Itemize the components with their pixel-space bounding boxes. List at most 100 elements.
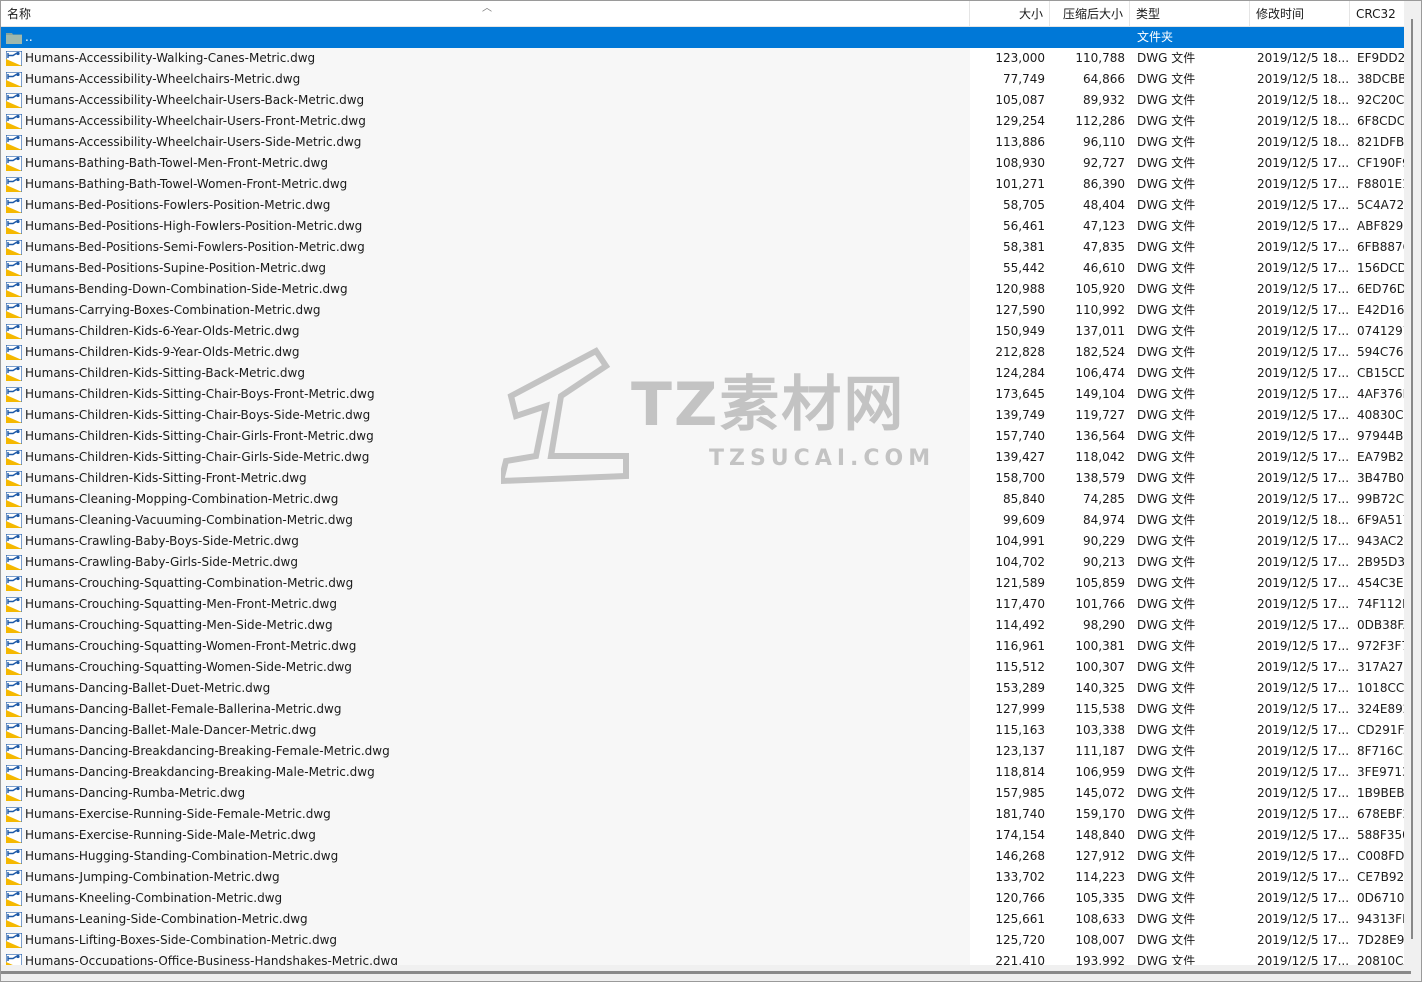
file-row[interactable]: Humans-Dancing-Breakdancing-Breaking-Mal… — [1, 762, 1404, 783]
file-name: Humans-Crawling-Baby-Boys-Side-Metric.dw… — [25, 534, 299, 548]
vertical-scrollbar-thumb[interactable] — [1411, 19, 1413, 939]
file-row[interactable]: Humans-Leaning-Side-Combination-Metric.d… — [1, 909, 1404, 930]
file-name: Humans-Leaning-Side-Combination-Metric.d… — [25, 912, 308, 926]
file-row[interactable]: Humans-Children-Kids-Sitting-Chair-Boys-… — [1, 384, 1404, 405]
horizontal-scrollbar-thumb[interactable] — [1, 971, 1411, 974]
file-row[interactable]: Humans-Bending-Down-Combination-Side-Met… — [1, 279, 1404, 300]
file-size: 127,590 — [995, 303, 1045, 317]
file-row[interactable]: Humans-Occupations-Office-Business-Hands… — [1, 951, 1404, 965]
file-crc32: CD291F... — [1357, 723, 1404, 737]
dwg-file-icon — [6, 177, 22, 192]
dwg-file-icon — [6, 723, 22, 738]
dwg-file-icon — [6, 576, 22, 591]
file-modified: 2019/12/5 18... — [1257, 513, 1349, 527]
column-header-type[interactable]: 类型 — [1130, 1, 1250, 26]
file-row[interactable]: Humans-Dancing-Breakdancing-Breaking-Fem… — [1, 741, 1404, 762]
file-name: Humans-Carrying-Boxes-Combination-Metric… — [25, 303, 321, 317]
file-size: 153,289 — [995, 681, 1045, 695]
file-name: Humans-Kneeling-Combination-Metric.dwg — [25, 891, 283, 905]
file-size: 133,702 — [995, 870, 1045, 884]
file-name: Humans-Accessibility-Wheelchairs-Metric.… — [25, 72, 301, 86]
file-crc32: 3FE9713 — [1357, 765, 1404, 779]
file-modified: 2019/12/5 17... — [1257, 933, 1349, 947]
file-type: DWG 文件 — [1137, 198, 1196, 212]
file-packed-size: 90,229 — [1083, 534, 1125, 548]
file-row[interactable]: Humans-Bed-Positions-Supine-Position-Met… — [1, 258, 1404, 279]
dwg-file-icon — [6, 72, 22, 87]
file-row[interactable]: Humans-Dancing-Ballet-Duet-Metric.dwg 153… — [1, 678, 1404, 699]
file-row[interactable]: Humans-Crouching-Squatting-Men-Front-Met… — [1, 594, 1404, 615]
file-row[interactable]: Humans-Bathing-Bath-Towel-Men-Front-Metr… — [1, 153, 1404, 174]
file-size: 120,766 — [995, 891, 1045, 905]
file-row[interactable]: Humans-Children-Kids-6-Year-Olds-Metric.… — [1, 321, 1404, 342]
file-row[interactable]: Humans-Cleaning-Mopping-Combination-Metr… — [1, 489, 1404, 510]
file-name: Humans-Children-Kids-Sitting-Chair-Girls… — [25, 450, 370, 464]
file-size: 77,749 — [1003, 72, 1045, 86]
file-row[interactable]: Humans-Bed-Positions-Semi-Fowlers-Positi… — [1, 237, 1404, 258]
file-modified: 2019/12/5 17... — [1257, 849, 1349, 863]
column-header-size[interactable]: 大小 — [970, 1, 1050, 26]
file-row[interactable]: Humans-Accessibility-Wheelchair-Users-Si… — [1, 132, 1404, 153]
file-row[interactable]: Humans-Accessibility-Wheelchairs-Metric.… — [1, 69, 1404, 90]
file-row[interactable]: Humans-Children-Kids-Sitting-Front-Metri… — [1, 468, 1404, 489]
file-list[interactable]: .. 文件夹 Humans-Accessibility-Walking-Cane… — [1, 27, 1404, 965]
file-row[interactable]: Humans-Hugging-Standing-Combination-Metr… — [1, 846, 1404, 867]
file-crc32: 38DCBB — [1357, 72, 1404, 86]
dwg-file-icon — [6, 219, 22, 234]
column-header-packed-size[interactable]: 压缩后大小 — [1050, 1, 1130, 26]
file-modified: 2019/12/5 17... — [1257, 261, 1349, 275]
file-row[interactable]: Humans-Carrying-Boxes-Combination-Metric… — [1, 300, 1404, 321]
dwg-file-icon — [6, 303, 22, 318]
file-row[interactable]: Humans-Crouching-Squatting-Men-Side-Metr… — [1, 615, 1404, 636]
file-row[interactable]: Humans-Children-Kids-Sitting-Chair-Girls… — [1, 426, 1404, 447]
column-header-modified[interactable]: 修改时间 — [1250, 1, 1350, 26]
file-row[interactable]: Humans-Cleaning-Vacuuming-Combination-Me… — [1, 510, 1404, 531]
file-row[interactable]: Humans-Jumping-Combination-Metric.dwg 133… — [1, 867, 1404, 888]
file-row[interactable]: Humans-Exercise-Running-Side-Female-Metr… — [1, 804, 1404, 825]
file-modified: 2019/12/5 18... — [1257, 51, 1349, 65]
file-row[interactable]: Humans-Exercise-Running-Side-Male-Metric… — [1, 825, 1404, 846]
dwg-file-icon — [6, 282, 22, 297]
file-modified: 2019/12/5 17... — [1257, 282, 1349, 296]
file-packed-size: 90,213 — [1083, 555, 1125, 569]
file-packed-size: 105,335 — [1075, 891, 1125, 905]
file-modified: 2019/12/5 17... — [1257, 177, 1349, 191]
file-crc32: 8F716C3 — [1357, 744, 1404, 758]
file-row[interactable]: Humans-Crouching-Squatting-Women-Side-Me… — [1, 657, 1404, 678]
file-crc32: 6FB887C — [1357, 240, 1404, 254]
file-name: Humans-Jumping-Combination-Metric.dwg — [25, 870, 280, 884]
file-row[interactable]: Humans-Children-Kids-Sitting-Chair-Boys-… — [1, 405, 1404, 426]
file-row[interactable]: Humans-Dancing-Rumba-Metric.dwg 157,985 14… — [1, 783, 1404, 804]
file-row[interactable]: Humans-Bed-Positions-High-Fowlers-Positi… — [1, 216, 1404, 237]
file-row[interactable]: Humans-Crouching-Squatting-Women-Front-M… — [1, 636, 1404, 657]
file-modified: 2019/12/5 17... — [1257, 912, 1349, 926]
dwg-file-icon — [6, 555, 22, 570]
vertical-scrollbar[interactable] — [1404, 1, 1421, 965]
file-row[interactable]: Humans-Crouching-Squatting-Combination-M… — [1, 573, 1404, 594]
file-row[interactable]: Humans-Children-Kids-9-Year-Olds-Metric.… — [1, 342, 1404, 363]
file-row[interactable]: Humans-Crawling-Baby-Girls-Side-Metric.d… — [1, 552, 1404, 573]
file-row[interactable]: Humans-Children-Kids-Sitting-Chair-Girls… — [1, 447, 1404, 468]
file-name: Humans-Dancing-Rumba-Metric.dwg — [25, 786, 246, 800]
file-row[interactable]: Humans-Bathing-Bath-Towel-Women-Front-Me… — [1, 174, 1404, 195]
horizontal-scrollbar[interactable] — [1, 965, 1421, 981]
file-packed-size: 106,474 — [1075, 366, 1125, 380]
file-modified: 2019/12/5 17... — [1257, 492, 1349, 506]
file-type: DWG 文件 — [1137, 891, 1196, 905]
file-name: Humans-Dancing-Ballet-Duet-Metric.dwg — [25, 681, 271, 695]
file-modified: 2019/12/5 18... — [1257, 93, 1349, 107]
file-row[interactable]: Humans-Children-Kids-Sitting-Back-Metric… — [1, 363, 1404, 384]
file-name: Humans-Children-Kids-Sitting-Back-Metric… — [25, 366, 305, 380]
file-row[interactable]: Humans-Dancing-Ballet-Male-Dancer-Metric… — [1, 720, 1404, 741]
file-crc32: CE7B923 — [1357, 870, 1404, 884]
file-row[interactable]: Humans-Lifting-Boxes-Side-Combination-Me… — [1, 930, 1404, 951]
file-row[interactable]: Humans-Dancing-Ballet-Female-Ballerina-M… — [1, 699, 1404, 720]
file-row[interactable]: Humans-Crawling-Baby-Boys-Side-Metric.dw… — [1, 531, 1404, 552]
file-row[interactable]: Humans-Accessibility-Wheelchair-Users-Ba… — [1, 90, 1404, 111]
parent-folder-row[interactable]: .. 文件夹 — [1, 27, 1404, 48]
column-header-crc32[interactable]: CRC32 — [1350, 1, 1404, 26]
file-row[interactable]: Humans-Accessibility-Wheelchair-Users-Fr… — [1, 111, 1404, 132]
file-row[interactable]: Humans-Kneeling-Combination-Metric.dwg 12… — [1, 888, 1404, 909]
file-row[interactable]: Humans-Accessibility-Walking-Canes-Metri… — [1, 48, 1404, 69]
file-row[interactable]: Humans-Bed-Positions-Fowlers-Position-Me… — [1, 195, 1404, 216]
